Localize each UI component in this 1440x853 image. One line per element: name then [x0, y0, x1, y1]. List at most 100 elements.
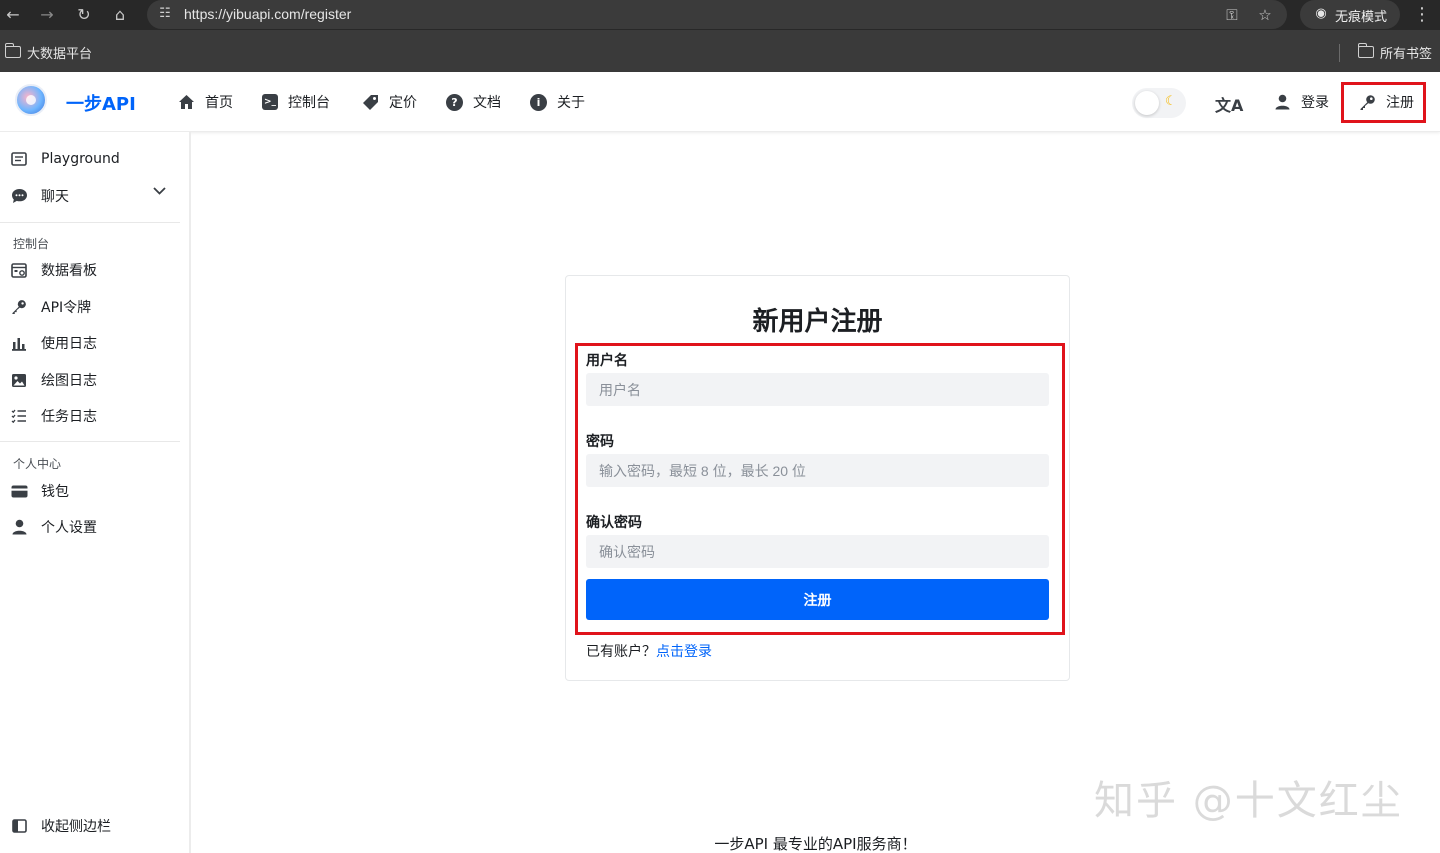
theme-toggle[interactable]: ☾ — [1132, 88, 1186, 118]
sidebar-item-playground[interactable]: Playground — [10, 147, 120, 171]
bookmark-label: 大数据平台 — [27, 46, 93, 62]
collapse-sidebar-icon — [10, 817, 28, 835]
chat-icon — [10, 187, 28, 205]
incognito-icon: ◉ — [1315, 6, 1327, 21]
nav-about[interactable]: i 关于 — [530, 91, 585, 113]
all-bookmarks[interactable]: 所有书签 — [1357, 42, 1433, 62]
nav-docs[interactable]: ? 文档 — [446, 91, 501, 113]
sidebar-item-task-log[interactable]: 任务日志 — [10, 404, 97, 428]
nav-pricing-label: 定价 — [389, 95, 417, 111]
sidebar-collapse-label: 收起侧边栏 — [41, 819, 111, 835]
browser-menu-icon[interactable]: ⋮ — [1410, 2, 1434, 28]
tag-icon — [361, 93, 379, 111]
register-button[interactable]: 注册 — [1358, 91, 1414, 113]
password-key-icon[interactable]: ⚿ — [1220, 3, 1244, 27]
password-input[interactable] — [586, 454, 1049, 487]
folder-icon — [1357, 43, 1374, 58]
chevron-down-icon[interactable] — [153, 184, 166, 199]
nav-pricing[interactable]: 定价 — [361, 91, 417, 113]
sidebar-item-label: 钱包 — [41, 484, 69, 500]
sidebar-item-label: 使用日志 — [41, 336, 97, 352]
brand-name[interactable]: 一步API — [66, 90, 136, 116]
username-label: 用户名 — [586, 353, 628, 369]
nav-about-label: 关于 — [557, 95, 585, 111]
sidebar-item-drawing-log[interactable]: 绘图日志 — [10, 368, 97, 392]
login-prompt: 已有账户？点击登录 — [586, 641, 712, 661]
sidebar-item-wallet[interactable]: 钱包 — [10, 479, 69, 503]
folder-icon — [4, 43, 21, 58]
translate-icon[interactable]: 文A — [1215, 92, 1243, 116]
back-arrow-icon[interactable]: ← — [0, 2, 26, 28]
register-card: 新用户注册 用户名 密码 确认密码 注册 已有账户？点击登录 — [565, 275, 1070, 681]
task-list-icon — [10, 407, 28, 425]
sidebar-item-label: 任务日志 — [41, 409, 97, 425]
confirm-password-input[interactable] — [586, 535, 1049, 568]
bookmark-folder[interactable]: 大数据平台 — [4, 42, 93, 62]
sidebar-divider — [0, 222, 180, 223]
sidebar-item-chat[interactable]: 聊天 — [10, 184, 69, 208]
sidebar-section-console: 控制台 — [13, 237, 50, 251]
wallet-icon — [10, 482, 28, 500]
bookmark-star-icon[interactable]: ☆ — [1253, 3, 1277, 27]
sidebar-item-settings[interactable]: 个人设置 — [10, 515, 97, 539]
confirm-password-label: 确认密码 — [586, 515, 642, 531]
address-bar[interactable]: ☷ https://yibuapi.com/register ⚿ ☆ — [147, 0, 1287, 29]
forward-arrow-icon[interactable]: → — [34, 2, 60, 28]
nav-console-label: 控制台 — [288, 95, 330, 111]
watermark: 知乎 @十文红尘 — [1094, 778, 1403, 824]
password-label: 密码 — [586, 434, 614, 450]
nav-docs-label: 文档 — [473, 95, 501, 111]
login-label: 登录 — [1301, 95, 1329, 111]
image-icon — [10, 371, 28, 389]
bookmarks-bar: 大数据平台 所有书签 — [0, 30, 1440, 72]
theme-toggle-knob — [1135, 91, 1159, 115]
user-icon — [1273, 93, 1291, 111]
home-icon — [177, 93, 195, 111]
nav-console[interactable]: >_ 控制台 — [262, 91, 330, 113]
info-icon: i — [530, 93, 547, 111]
sidebar-section-personal: 个人中心 — [13, 457, 62, 471]
sidebar-item-label: 数据看板 — [41, 263, 97, 279]
login-link[interactable]: 点击登录 — [656, 644, 712, 660]
incognito-badge[interactable]: ◉ 无痕模式 — [1300, 0, 1400, 29]
bar-chart-icon — [10, 334, 28, 352]
browser-toolbar: ← → ↻ ⌂ ☷ https://yibuapi.com/register ⚿… — [0, 0, 1440, 30]
bookmark-divider — [1339, 44, 1340, 62]
page-title: 新用户注册 — [752, 307, 883, 337]
reload-icon[interactable]: ↻ — [71, 2, 97, 28]
home-browser-icon[interactable]: ⌂ — [107, 2, 133, 28]
key-icon — [10, 298, 28, 316]
sidebar-item-api-token[interactable]: API令牌 — [10, 295, 91, 319]
console-icon: >_ — [262, 94, 278, 110]
dashboard-icon — [10, 261, 28, 279]
nav-home[interactable]: 首页 — [177, 91, 233, 113]
sidebar-collapse-button[interactable]: 收起侧边栏 — [10, 814, 111, 838]
footer-text: 一步API 最专业的API服务商！ — [714, 835, 917, 853]
incognito-label: 无痕模式 — [1335, 10, 1388, 25]
has-account-text: 已有账户？ — [586, 644, 656, 660]
nav-home-label: 首页 — [205, 95, 233, 111]
key-icon — [1358, 93, 1376, 111]
sidebar-item-label: 聊天 — [41, 189, 69, 205]
register-label: 注册 — [1386, 95, 1414, 111]
all-bookmarks-label: 所有书签 — [1380, 46, 1433, 62]
username-input[interactable] — [586, 373, 1049, 406]
sidebar-item-label: Playground — [41, 151, 120, 167]
sidebar-item-label: 个人设置 — [41, 520, 97, 536]
login-button[interactable]: 登录 — [1273, 91, 1329, 113]
submit-register-button[interactable]: 注册 — [586, 579, 1049, 620]
url-text: https://yibuapi.com/register — [184, 6, 352, 22]
help-icon: ? — [446, 93, 463, 111]
sidebar-item-dashboard[interactable]: 数据看板 — [10, 258, 97, 282]
site-settings-icon[interactable]: ☷ — [155, 4, 175, 24]
sidebar-item-label: API令牌 — [41, 300, 92, 316]
sidebar-item-label: 绘图日志 — [41, 373, 97, 389]
app-logo[interactable] — [15, 84, 47, 116]
playground-icon — [10, 150, 28, 168]
moon-icon: ☾ — [1165, 94, 1177, 109]
sidebar: Playground 聊天 控制台 数据看板 API令牌 使用日志 绘图日志 任… — [0, 132, 191, 853]
app-header: 一步API 首页 >_ 控制台 定价 ? 文档 i 关于 ☾ 文A 登录 注册 — [0, 72, 1440, 132]
sidebar-item-usage-log[interactable]: 使用日志 — [10, 331, 97, 355]
sidebar-divider — [0, 441, 180, 442]
user-icon — [10, 518, 28, 536]
